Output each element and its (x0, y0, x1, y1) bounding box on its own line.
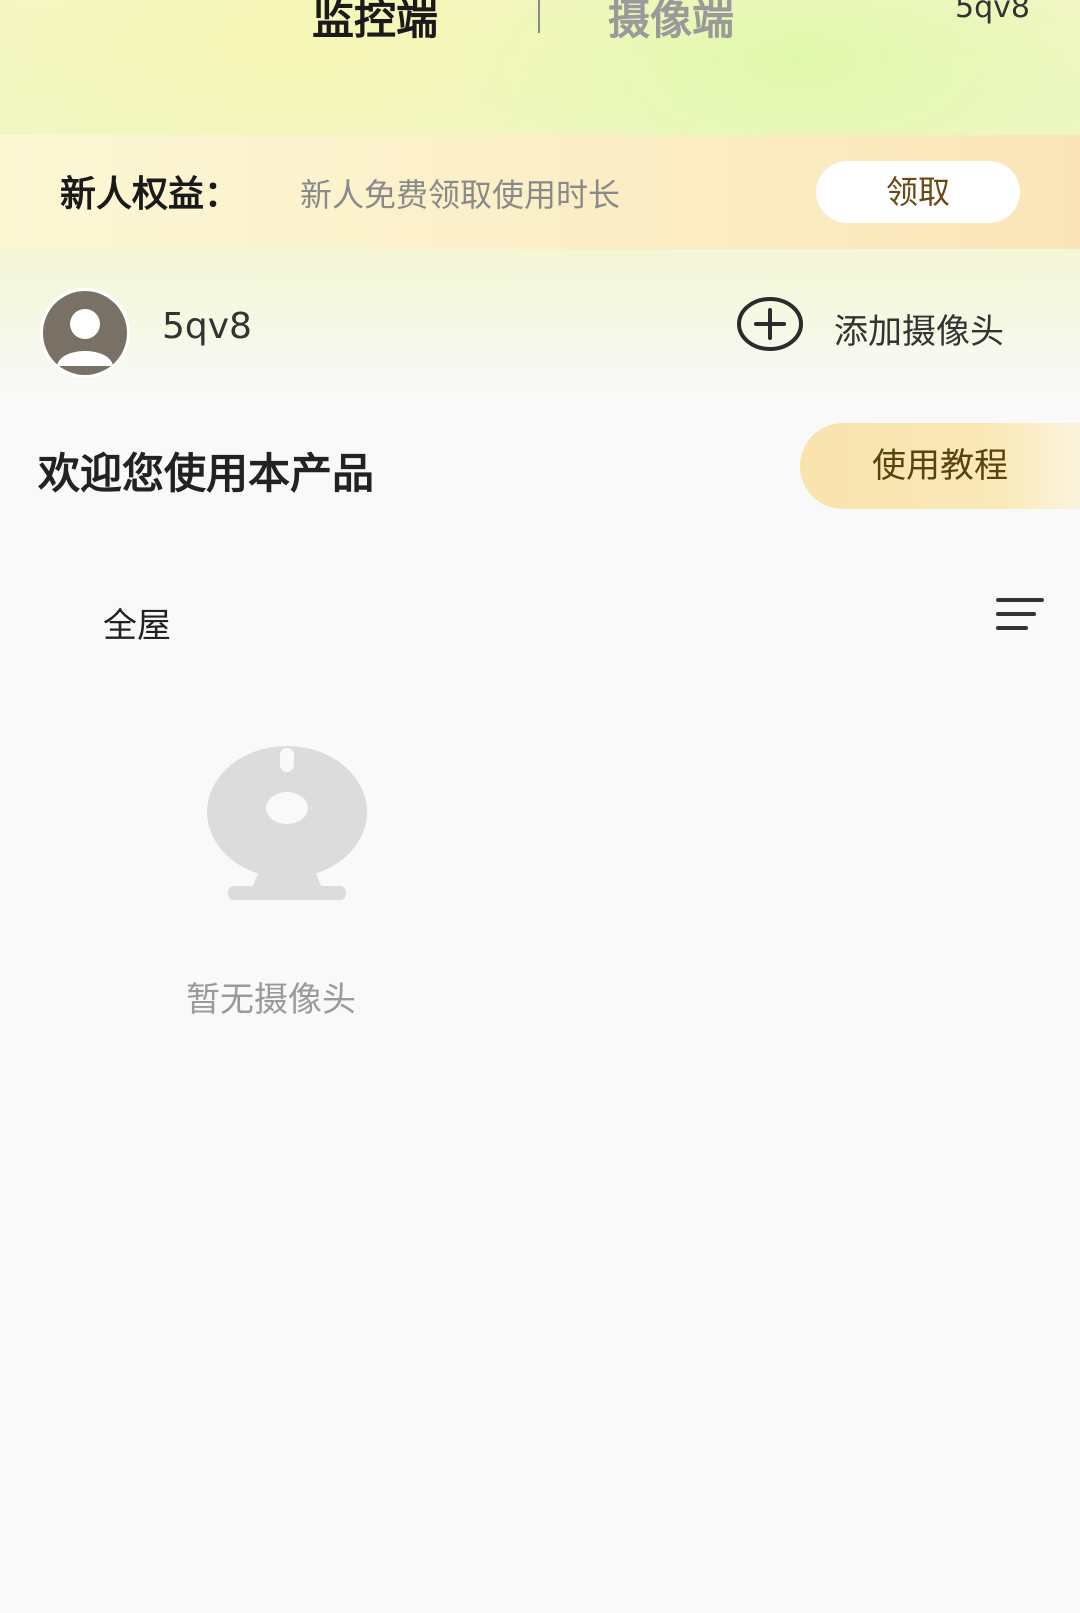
username: 5qv8 (162, 306, 252, 347)
benefits-title: 新人权益： (60, 174, 241, 215)
plus-circle-icon (736, 296, 804, 352)
empty-state-message: 暂无摄像头 (186, 980, 356, 1020)
room-tab-all[interactable]: 全屋 (103, 598, 171, 647)
tab-monitor[interactable]: 监控端 (312, 0, 438, 48)
default-avatar-icon[interactable] (40, 288, 130, 378)
claim-button[interactable]: 领取 (816, 161, 1020, 223)
welcome-title: 欢迎您使用本产品 (38, 449, 375, 498)
benefits-banner: 新人权益： 新人免费领取使用时长 领取 (0, 135, 1080, 249)
tab-divider (538, 0, 540, 33)
header-user-label: 5qv8 (955, 0, 1030, 25)
tab-camera[interactable]: 摄像端 (608, 0, 734, 48)
tutorial-button[interactable]: 使用教程 (800, 423, 1080, 509)
add-camera-label: 添加摄像头 (834, 312, 1004, 352)
camera-icon (204, 742, 370, 902)
menu-icon[interactable] (996, 596, 1046, 636)
add-camera-button[interactable]: 添加摄像头 (736, 296, 1046, 356)
benefits-description: 新人免费领取使用时长 (300, 176, 621, 214)
